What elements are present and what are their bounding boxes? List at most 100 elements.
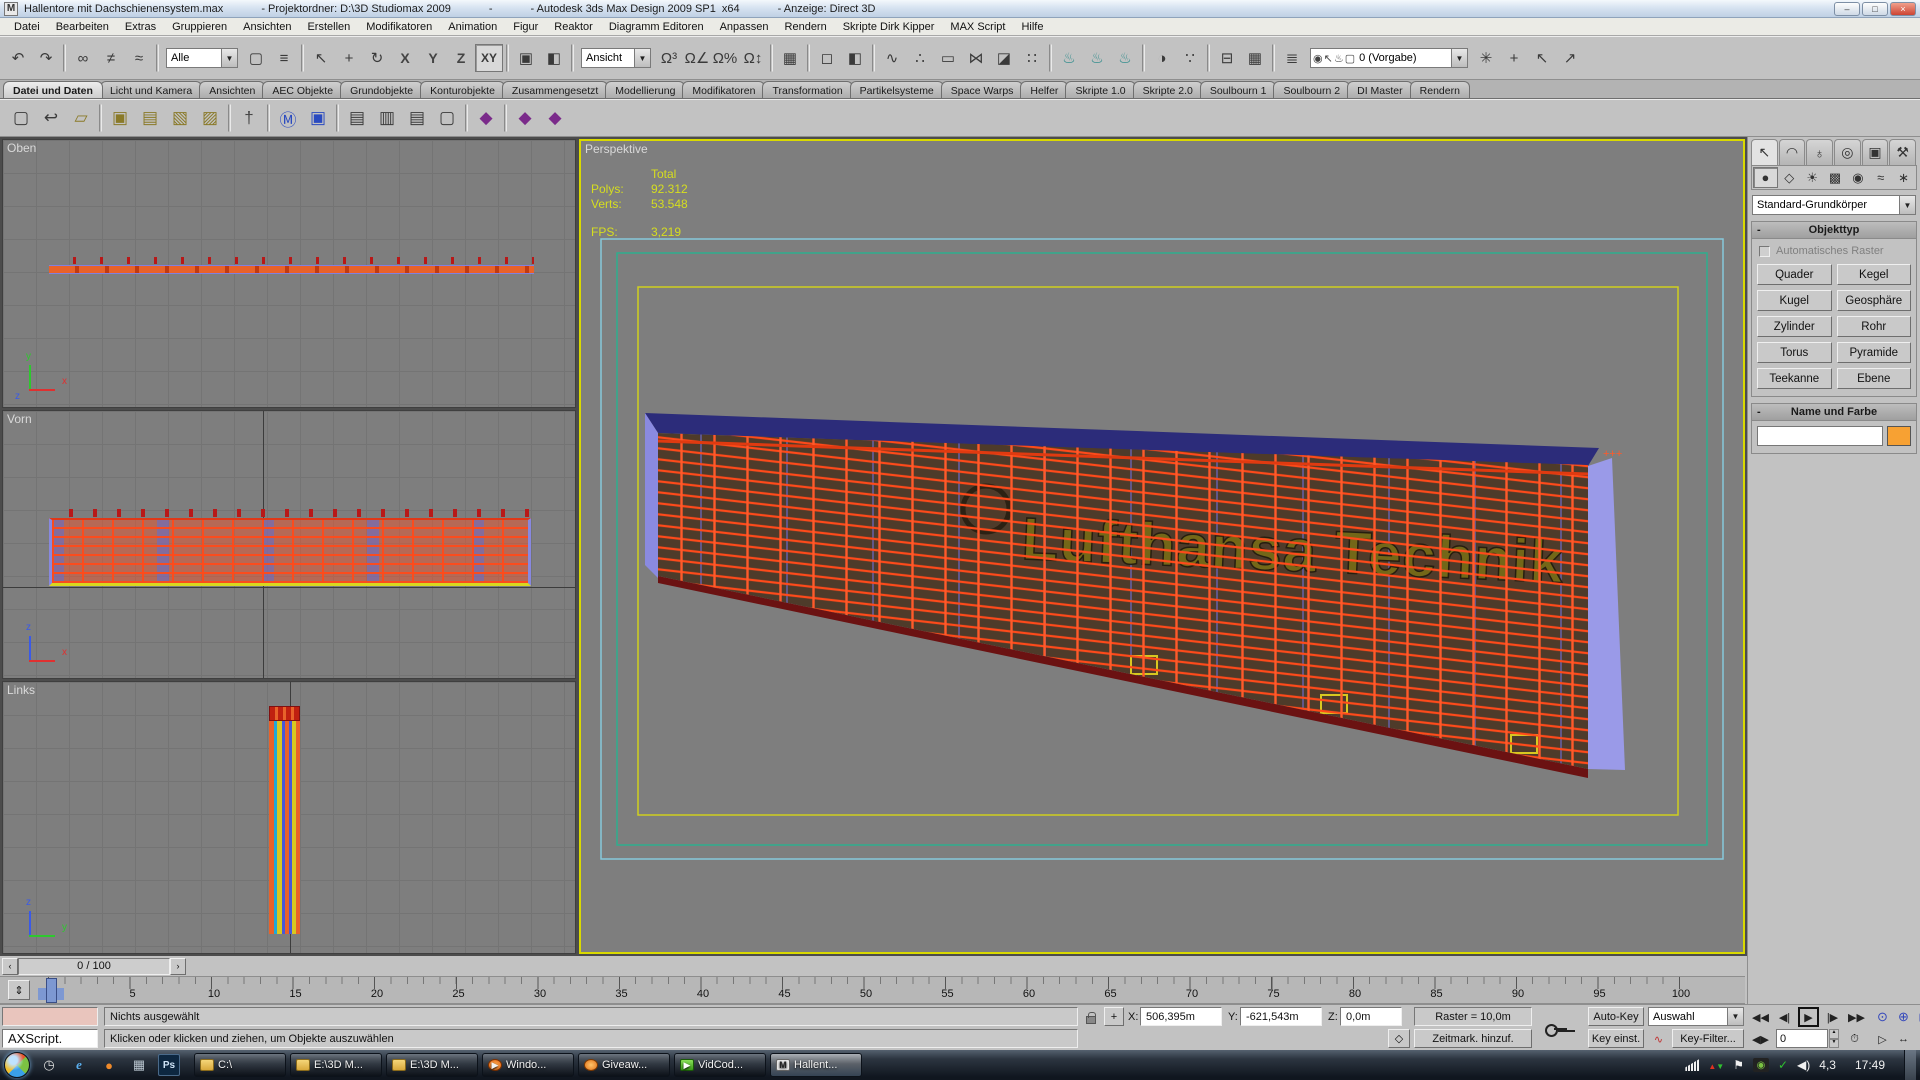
help-book-icon[interactable]: ◆: [471, 103, 501, 133]
rollout-name-farbe-header[interactable]: - Name und Farbe: [1752, 404, 1916, 421]
chevron-down-icon[interactable]: ▼: [221, 49, 237, 67]
add-to-layer-icon[interactable]: +: [1500, 44, 1528, 72]
separator[interactable]: [504, 104, 507, 132]
layer-manager-icon[interactable]: ≣: [1278, 44, 1306, 72]
zoom-extents-icon[interactable]: ▢: [1914, 1007, 1920, 1027]
menu-item[interactable]: Reaktor: [546, 20, 601, 34]
layer-dropdown[interactable]: ◉↖♨▢ 0 (Vorgabe) ▼: [1310, 48, 1468, 68]
zoom-all-icon[interactable]: ⊕: [1893, 1007, 1914, 1027]
menu-item[interactable]: Rendern: [777, 20, 835, 34]
menu-item[interactable]: Gruppieren: [164, 20, 235, 34]
constraint-xy-icon[interactable]: XY: [475, 44, 503, 72]
panel-tab-create-icon[interactable]: ↖: [1751, 139, 1778, 165]
assign-layer-icon[interactable]: ↗: [1556, 44, 1584, 72]
shelf-tab[interactable]: Soulbourn 1: [1200, 81, 1277, 98]
flag-icon[interactable]: ⚑: [1733, 1058, 1744, 1072]
taskbar-window-button[interactable]: M Hallent...: [770, 1053, 862, 1077]
snap-toggle-3d-icon[interactable]: Ω³: [655, 44, 683, 72]
menu-item[interactable]: Skripte Dirk Kipper: [835, 20, 943, 34]
separator[interactable]: [465, 104, 468, 132]
z-coordinate-field[interactable]: 0,0m: [1340, 1007, 1402, 1026]
menu-item[interactable]: Diagramm Editoren: [601, 20, 712, 34]
render-table-icon[interactable]: ▦: [1241, 44, 1269, 72]
separator[interactable]: [571, 44, 574, 72]
primitive-button[interactable]: Torus: [1757, 342, 1832, 363]
chevron-down-icon[interactable]: ▼: [1899, 196, 1915, 214]
create-systems-icon[interactable]: ∗: [1892, 167, 1915, 188]
undo-icon[interactable]: ↶: [4, 44, 32, 72]
create-shapes-icon[interactable]: ◇: [1778, 167, 1801, 188]
teapot-preset2-icon[interactable]: ♨: [1083, 44, 1111, 72]
x-coordinate-field[interactable]: 506,395m: [1140, 1007, 1222, 1026]
menu-item[interactable]: Modifikatoren: [358, 20, 440, 34]
reference-coordinate-dropdown[interactable]: Ansicht ▼: [581, 48, 651, 68]
panel-tab-display-icon[interactable]: ▣: [1862, 139, 1889, 165]
mirror-icon[interactable]: ⋈: [962, 44, 990, 72]
viewport-perspective[interactable]: Perspektive Total Polys:92.312 Verts:53.…: [579, 139, 1745, 954]
keyboard-shortcut-override-icon[interactable]: ▦: [776, 44, 804, 72]
separator[interactable]: [1272, 44, 1275, 72]
copy-page-icon[interactable]: ▨: [195, 103, 225, 133]
app-window-icon[interactable]: ▣: [303, 103, 333, 133]
panel-tab-modify-icon[interactable]: ◠: [1779, 139, 1806, 165]
separator[interactable]: [336, 104, 339, 132]
taskbar-window-button[interactable]: C:\: [194, 1053, 286, 1077]
create-spacewarps-icon[interactable]: ≈: [1869, 167, 1892, 188]
next-frame-button[interactable]: |▶: [1822, 1007, 1843, 1027]
select-object-icon[interactable]: ↖: [307, 44, 335, 72]
open-folder-icon[interactable]: ▱: [66, 103, 96, 133]
macro-recorder-pane[interactable]: [2, 1007, 98, 1026]
quicklaunch-media-icon[interactable]: ◷: [38, 1054, 60, 1076]
maxscript-listener-pane[interactable]: AXScript.: [2, 1029, 98, 1048]
material-editor-icon[interactable]: ◑: [1148, 44, 1176, 72]
isolate-cube-icon[interactable]: ◇: [1388, 1029, 1410, 1048]
unlink-selection-icon[interactable]: ≠: [97, 44, 125, 72]
new-layer-icon[interactable]: ✳: [1472, 44, 1500, 72]
panel-tab-motion-icon[interactable]: ◎: [1834, 139, 1861, 165]
create-cameras-icon[interactable]: ▩: [1824, 167, 1847, 188]
auto-key-button[interactable]: Auto-Key: [1588, 1007, 1644, 1026]
spinner-snap-icon[interactable]: Ω↕: [739, 44, 767, 72]
separator[interactable]: [63, 44, 66, 72]
select-layer-icon[interactable]: ↖: [1528, 44, 1556, 72]
zoom-icon[interactable]: ⊙: [1872, 1007, 1893, 1027]
primitive-button[interactable]: Rohr: [1837, 316, 1912, 337]
select-by-name-icon[interactable]: ≡: [270, 44, 298, 72]
panel-tab-utilities-icon[interactable]: ⚒: [1889, 139, 1916, 165]
go-to-start-button[interactable]: ◀◀: [1750, 1007, 1771, 1027]
menu-item[interactable]: Erstellen: [299, 20, 358, 34]
selection-filter-dropdown[interactable]: Alle ▼: [166, 48, 238, 68]
select-and-move-icon[interactable]: +: [335, 44, 363, 72]
constraint-y-icon[interactable]: Y: [419, 44, 447, 72]
chevron-down-icon[interactable]: ▼: [1451, 49, 1467, 67]
shelf-tab[interactable]: Skripte 1.0: [1065, 81, 1135, 98]
maximize-button[interactable]: □: [1862, 2, 1888, 16]
angle-snap-icon[interactable]: Ω∠: [683, 44, 711, 72]
rectangular-selection-icon[interactable]: ▢: [242, 44, 270, 72]
separator[interactable]: [872, 44, 875, 72]
current-frame-marker[interactable]: [46, 978, 57, 1003]
shelf-tab[interactable]: Konturobjekte: [420, 81, 505, 98]
separator[interactable]: [99, 104, 102, 132]
absolute-mode-icon[interactable]: +: [1104, 1007, 1124, 1026]
door-object-top-view[interactable]: [49, 265, 534, 274]
menu-item[interactable]: Datei: [6, 20, 48, 34]
separator[interactable]: [807, 44, 810, 72]
next-frame-button[interactable]: ›: [170, 958, 186, 975]
create-helpers-icon[interactable]: ◉: [1846, 167, 1869, 188]
percent-snap-icon[interactable]: Ω%: [711, 44, 739, 72]
shelf-tab[interactable]: DI Master: [1347, 81, 1413, 98]
shelf-tab[interactable]: Modellierung: [605, 81, 685, 98]
shelf-tab[interactable]: Rendern: [1410, 81, 1470, 98]
primitive-button[interactable]: Zylinder: [1757, 316, 1832, 337]
select-and-link-icon[interactable]: ∞: [69, 44, 97, 72]
separator[interactable]: [228, 104, 231, 132]
menu-item[interactable]: Bearbeiten: [48, 20, 117, 34]
pin-icon[interactable]: †: [234, 103, 264, 133]
separator[interactable]: [1142, 44, 1145, 72]
primitive-button[interactable]: Kegel: [1837, 264, 1912, 285]
shelf-tab[interactable]: Datei und Daten: [3, 81, 103, 98]
shelf-tab[interactable]: Ansichten: [199, 81, 265, 98]
add-time-tag-button[interactable]: Zeitmark. hinzuf.: [1414, 1029, 1532, 1048]
primitive-button[interactable]: Quader: [1757, 264, 1832, 285]
